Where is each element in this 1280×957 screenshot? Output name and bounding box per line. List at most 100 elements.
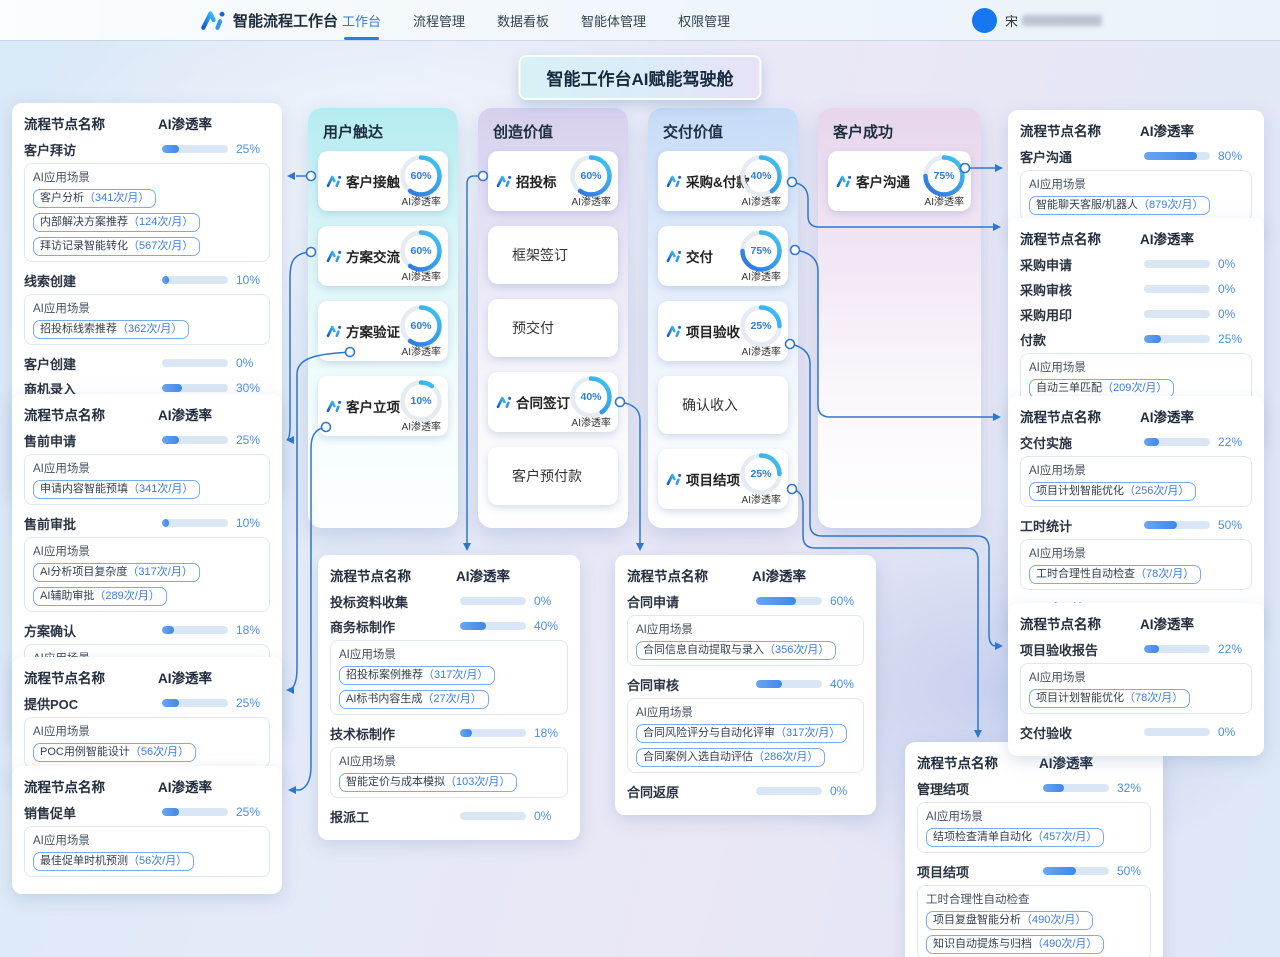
penetration-bar-fill [162,626,174,634]
process-row: 客户拜访25% [24,138,270,160]
penetration-percent: 0% [1210,257,1252,271]
node-penetration-label: AI渗透率 [742,268,781,283]
ai-scenario-tag[interactable]: AI分析项目复杂度（317次/月） [33,563,200,582]
ai-scenario-tag[interactable]: 项目计划智能优化（78次/月） [1029,689,1190,708]
ai-scenario-tag-list: POC用例智能设计（56次/月） [33,743,261,762]
ai-scenario-tag[interactable]: AI标书内容生成（27次/月） [339,690,489,709]
ai-scenario-tag[interactable]: AI辅助审批（289次/月） [33,587,167,606]
nav-tab-workbench[interactable]: 工作台 [342,11,381,30]
ai-scenario-tag[interactable]: 最佳促单时机预测（56次/月） [33,852,194,871]
ai-scenario-tag-list: 结项检查清单自动化（457次/月） [926,828,1142,847]
process-node-card[interactable]: 客户预付款 [488,447,618,505]
process-row: 售前申请25% [24,429,270,451]
ai-scenario-tag-count: （78次/月） [1135,567,1194,582]
ai-scenario-tag-count: （879次/月） [1138,198,1203,213]
process-node-card[interactable]: 方案验证60%AI渗透率 [318,301,448,361]
ai-scenario-tag[interactable]: 申请内容智能预填（341次/月） [33,480,200,499]
ai-scenario-tag-count: （490次/月） [1032,937,1097,952]
ai-logo-icon [666,324,682,338]
penetration-bar [162,436,228,444]
process-node-name: 合同返原 [627,782,756,801]
ai-scenario-tag[interactable]: 结项检查清单自动化（457次/月） [926,828,1104,847]
process-node-card[interactable]: 交付75%AI渗透率 [658,226,788,286]
ai-logo-icon [666,249,682,263]
process-node-card[interactable]: 客户立项10%AI渗透率 [318,376,448,436]
dashboard-page: 智能流程工作台 工作台 流程管理 数据看板 智能体管理 权限管理 宋 智能工作台… [0,0,1280,957]
penetration-bar-fill [1043,784,1064,792]
process-node-card[interactable]: 预交付 [488,299,618,357]
process-node-card[interactable]: 项目结项25%AI渗透率 [658,449,788,509]
ai-scenario-tag[interactable]: 合同风险评分与自动化评审（317次/月） [636,724,847,743]
penetration-bar-fill [1043,867,1076,875]
ai-scenario-tag[interactable]: 内部解决方案推荐（124次/月） [33,213,200,232]
detail-panel-bidding: 流程节点名称AI渗透率投标资料收集0%商务标制作40%AI应用场景招投标案例推荐… [318,555,580,840]
ai-scenario-tag-name: 知识自动提炼与归档 [933,937,1032,952]
ai-scenario-tag[interactable]: POC用例智能设计（56次/月） [33,743,196,762]
penetration-percent: 25% [1210,332,1252,346]
ai-scenario-tag[interactable]: 项目计划智能优化（256次/月） [1029,482,1196,501]
ai-scenario-tag[interactable]: 智能聊天客服/机器人（879次/月） [1029,196,1210,215]
process-node-card[interactable]: 客户沟通75%AI渗透率 [828,151,971,211]
process-node-name: 提供POC [24,694,162,713]
ai-scenario-tag[interactable]: 招投标线索推荐（362次/月） [33,320,189,339]
node-penetration-label: AI渗透率 [572,414,611,429]
process-node-card[interactable]: 确认收入 [658,376,788,434]
penetration-bar [162,626,228,634]
ai-scenario-label: AI应用场景 [1029,545,1243,561]
user-account[interactable]: 宋 [972,8,1102,33]
nav-tab-permission-management[interactable]: 权限管理 [678,11,730,30]
penetration-percent: 40% [822,677,864,691]
ai-scenario-box: AI应用场景工时合理性自动检查（78次/月） [1020,539,1252,590]
penetration-bar [460,812,526,820]
process-node-card[interactable]: 方案交流60%AI渗透率 [318,226,448,286]
ai-scenario-tag-name: 自动三单匹配 [1036,381,1102,396]
ai-scenario-tag[interactable]: 项目复盘智能分析（490次/月） [926,911,1093,930]
column-header-node-name: 流程节点名称 [24,776,158,796]
process-node-name: 商务标制作 [330,617,460,636]
process-node-name: 客户沟通 [1020,147,1144,166]
process-node-card[interactable]: 采购&付款40%AI渗透率 [658,151,788,211]
process-row: 合同审核40% [627,673,864,695]
ai-scenario-tag-count: （209次/月） [1102,381,1167,396]
nav-tab-data-dashboard[interactable]: 数据看板 [497,11,549,30]
stage-column-user-reach: 用户触达客户接触60%AI渗透率方案交流60%AI渗透率方案验证60%AI渗透率… [308,108,458,528]
ai-scenario-tag-count: （256次/月） [1124,484,1189,499]
process-node-name: 交付实施 [1020,433,1144,452]
ai-scenario-tag[interactable]: 合同信息自动提取与录入（356次/月） [636,641,836,660]
process-node-name: 工时统计 [1020,516,1144,535]
process-node-card[interactable]: 框架签订 [488,226,618,284]
process-node-card[interactable]: 招投标60%AI渗透率 [488,151,618,211]
ai-scenario-tag[interactable]: 客户分析（341次/月） [33,189,156,208]
ai-logo-icon [836,174,852,188]
ai-scenario-tag[interactable]: 招投标案例推荐（317次/月） [339,666,495,685]
ai-scenario-tag[interactable]: 智能定价与成本模拟（103次/月） [339,773,517,792]
ai-scenario-label: AI应用场景 [33,300,261,316]
ai-scenario-tag-count: （289次/月） [94,589,159,604]
stage-column-deliver-value: 交付价值采购&付款40%AI渗透率交付75%AI渗透率项目验收25%AI渗透率确… [648,108,798,528]
nav-tab-process-management[interactable]: 流程管理 [413,11,465,30]
ai-scenario-tag[interactable]: 拜访记录智能转化（567次/月） [33,237,200,256]
process-node-card[interactable]: 项目验收25%AI渗透率 [658,301,788,361]
ai-scenario-tag[interactable]: 知识自动提炼与归档（490次/月） [926,935,1104,954]
ai-scenario-tag-name: 项目复盘智能分析 [933,913,1021,928]
process-row: 售前审批10% [24,512,270,534]
ai-scenario-tag[interactable]: 工时合理性自动检查（78次/月） [1029,565,1201,584]
penetration-percent: 10% [228,273,270,287]
process-row: 采购审核0% [1020,278,1252,300]
nav-tab-agent-management[interactable]: 智能体管理 [581,11,646,30]
process-node-card[interactable]: 客户接触60%AI渗透率 [318,151,448,211]
avatar[interactable] [972,8,997,33]
ai-scenario-label: 工时合理性自动检查 [926,891,1142,907]
penetration-bar [756,680,822,688]
process-row: 合同申请60% [627,590,864,612]
ai-scenario-label: AI应用场景 [339,646,559,662]
process-node-card[interactable]: 合同签订40%AI渗透率 [488,372,618,432]
ai-logo-icon [200,9,226,31]
column-header-node-name: 流程节点名称 [24,113,158,133]
ai-scenario-tag[interactable]: 合同案例入选自动评估（286次/月） [636,748,825,767]
column-header-node-name: 流程节点名称 [627,565,752,585]
process-row: 方案确认18% [24,619,270,641]
penetration-percent: 10% [228,516,270,530]
column-header-penetration: AI渗透率 [1140,406,1252,426]
process-row: 项目结项50% [917,860,1151,882]
